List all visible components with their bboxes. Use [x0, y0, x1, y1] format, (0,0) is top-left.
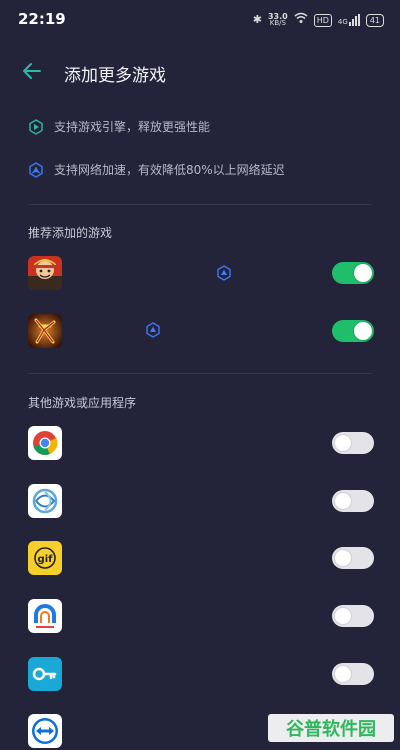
key-app-icon — [28, 657, 62, 691]
status-bar: 22:19 ✱ 33.0 KB/S HD 4G 41 — [0, 0, 400, 40]
page-title: 添加更多游戏 — [64, 66, 166, 86]
network-boost-badge-icon — [216, 265, 232, 281]
network-boost-badge-icon — [145, 322, 161, 338]
battery-indicator: 41 — [365, 13, 384, 27]
status-icons: ✱ 33.0 KB/S HD 4G 41 — [253, 12, 384, 28]
svg-text:谷普软件园: 谷普软件园 — [286, 718, 376, 740]
toggle-knob — [354, 322, 372, 340]
toggle-app-key[interactable] — [332, 663, 374, 685]
bluetooth-icon: ✱ — [252, 13, 262, 26]
network-type: 4G — [337, 18, 348, 26]
feature-game-engine: 支持游戏引擎，释放更强性能 — [28, 118, 210, 135]
status-time: 22:19 — [18, 10, 66, 28]
feature-network-boost: 支持网络加速，有效降低80%以上网络延迟 — [28, 161, 285, 178]
toggle-app-chrome[interactable] — [332, 432, 374, 454]
toggle-knob — [354, 264, 372, 282]
svg-text:gif: gif — [38, 554, 54, 565]
arrow-left-icon — [23, 63, 41, 79]
feature-text: 支持游戏引擎，释放更强性能 — [54, 120, 211, 134]
speed-unit: KB/S — [269, 19, 286, 27]
section-title-recommended: 推荐添加的游戏 — [28, 226, 113, 240]
chrome-icon — [28, 426, 62, 460]
swirl-app-icon — [28, 484, 62, 518]
teamviewer-icon — [28, 714, 62, 748]
watermark-logo: 谷普软件园 — [268, 714, 394, 742]
toggle-app-swirl[interactable] — [332, 490, 374, 512]
back-button[interactable] — [18, 58, 48, 84]
toggle-knob — [334, 549, 352, 567]
section-title-other: 其他游戏或应用程序 — [28, 396, 137, 410]
wifi-icon — [294, 12, 308, 28]
toggle-knob — [334, 492, 352, 510]
divider — [28, 204, 372, 205]
toggle-app-arch[interactable] — [332, 605, 374, 627]
divider — [28, 373, 372, 374]
kill-game-icon — [28, 314, 62, 348]
one-piece-game-icon — [28, 256, 62, 290]
gif-app-icon: gif — [28, 541, 62, 575]
toggle-app-gif[interactable] — [332, 547, 374, 569]
header: 添加更多游戏 — [0, 52, 400, 92]
toggle-recommended-2[interactable] — [332, 320, 374, 342]
game-engine-icon — [29, 118, 43, 135]
toggle-knob — [334, 665, 352, 683]
hd-badge: HD — [313, 13, 332, 27]
toggle-knob — [334, 607, 352, 625]
toggle-recommended-1[interactable] — [332, 262, 374, 284]
arch-app-icon — [28, 599, 62, 633]
network-speed: 33.0 KB/S — [268, 13, 288, 27]
toggle-knob — [334, 434, 352, 452]
signal-icon: 4G — [338, 14, 360, 26]
network-boost-icon — [29, 161, 43, 178]
feature-text: 支持网络加速，有效降低80%以上网络延迟 — [54, 163, 285, 177]
